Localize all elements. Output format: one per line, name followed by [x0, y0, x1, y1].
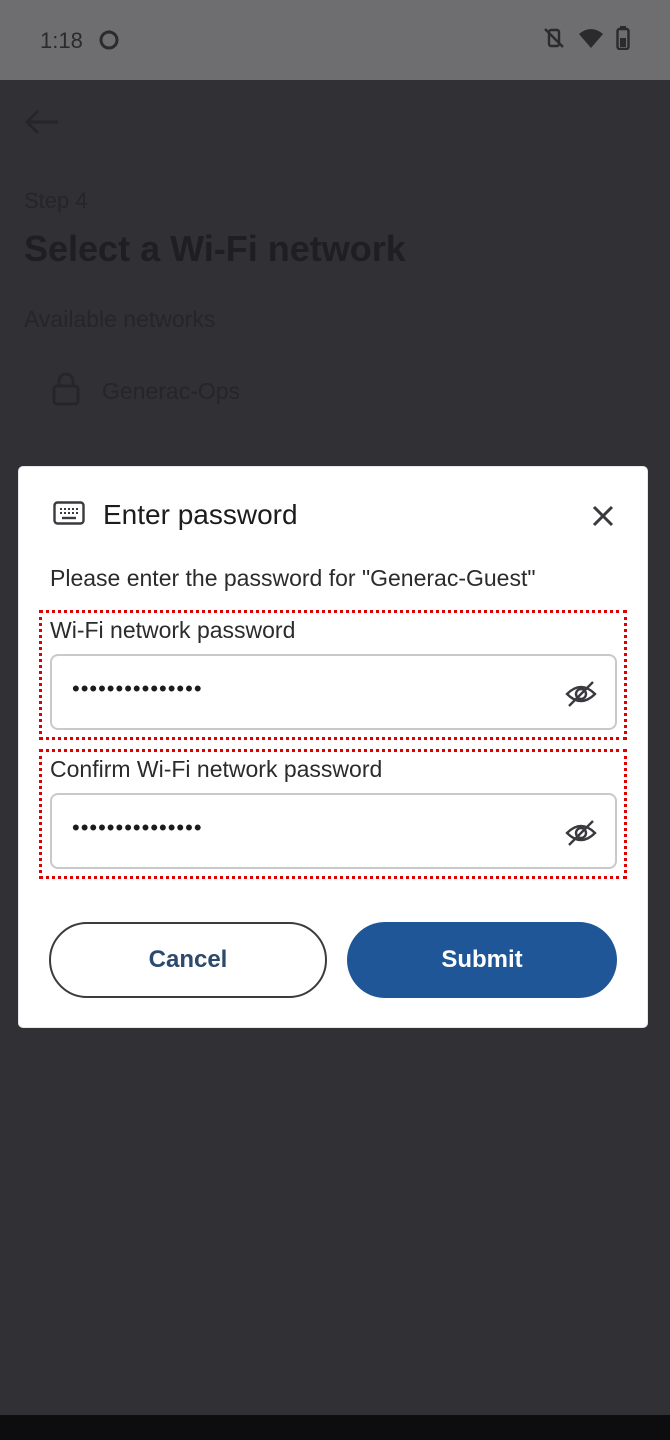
wifi-icon [578, 27, 604, 54]
wifi-password-field[interactable]: ••••••••••••••• [50, 654, 617, 730]
network-item[interactable]: Generac-Ops [52, 372, 240, 411]
eye-off-icon[interactable] [565, 817, 597, 849]
cancel-button[interactable]: Cancel [49, 922, 327, 998]
navigation-bar [0, 1415, 670, 1440]
status-icons [542, 26, 630, 55]
confirm-password-group: Confirm Wi-Fi network password •••••••••… [39, 749, 627, 879]
keyboard-icon [53, 500, 85, 530]
wifi-password-group: Wi-Fi network password ••••••••••••••• [39, 610, 627, 740]
step-label: Step 4 [24, 188, 88, 213]
sync-icon [98, 28, 120, 55]
battery-icon [616, 26, 630, 55]
confirm-password-value: ••••••••••••••• [72, 815, 203, 840]
confirm-password-label: Confirm Wi-Fi network password [50, 756, 383, 782]
page-title: Select a Wi-Fi network [24, 228, 406, 269]
back-arrow-icon[interactable] [24, 108, 60, 141]
status-bar: 1:18 [0, 0, 670, 80]
password-dialog: Enter password Please enter the password… [19, 467, 647, 1027]
status-time: 1:18 [40, 28, 83, 53]
wifi-password-value: ••••••••••••••• [72, 676, 203, 701]
network-name: Generac-Ops [102, 378, 241, 404]
vibrate-off-icon [542, 26, 566, 55]
close-icon[interactable] [589, 502, 617, 530]
dialog-title: Enter password [103, 499, 298, 530]
lock-icon [52, 372, 80, 411]
available-networks-label: Available networks [24, 306, 216, 332]
dialog-header: Enter password [53, 499, 298, 531]
dialog-message: Please enter the password for "Generac-G… [50, 565, 536, 591]
wifi-password-label: Wi-Fi network password [50, 617, 296, 643]
submit-button[interactable]: Submit [347, 922, 617, 998]
eye-off-icon[interactable] [565, 678, 597, 710]
confirm-password-field[interactable]: ••••••••••••••• [50, 793, 617, 869]
